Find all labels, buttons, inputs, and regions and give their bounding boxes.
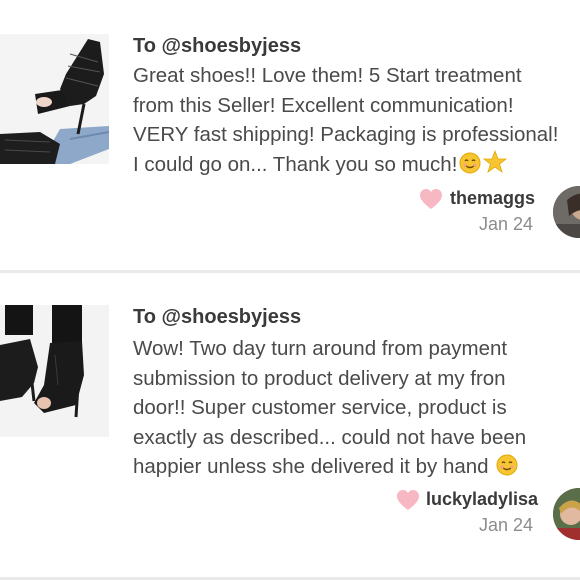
review-text-line: exactly as described... could not have b…	[133, 425, 527, 449]
avatar[interactable]	[553, 488, 580, 540]
product-thumbnail[interactable]	[0, 34, 109, 164]
reviewer-username[interactable]: themaggs	[450, 188, 535, 209]
review-text-line: Great shoes!! Love them! 5 Start treatme…	[133, 64, 522, 87]
review-text-line: happier unless she delivered it by hand	[133, 452, 580, 482]
review-text-line: from this Seller! Excellent communicatio…	[133, 93, 514, 117]
review-text: Wow! Two day turn around from payment su…	[133, 334, 580, 482]
review-date: Jan 24	[479, 214, 534, 234]
review-card: To @shoesbyjess Wow! Two day turn around…	[0, 273, 580, 577]
recipient-line: To @shoesbyjess	[133, 306, 302, 328]
smiling-face-icon	[459, 152, 481, 183]
review-text-line-content: I could go on... Thank you so much!	[133, 152, 458, 176]
review-text-line: submission to product delivery at my fro…	[133, 366, 506, 390]
heart-icon[interactable]	[419, 188, 443, 210]
star-icon	[483, 149, 508, 183]
smiling-face-icon	[496, 454, 518, 485]
heart-icon[interactable]	[396, 489, 420, 511]
review-text: Great shoes!! Love them! 5 Start treatme…	[133, 61, 580, 179]
product-thumbnail[interactable]	[0, 305, 109, 437]
review-text-line: door!! Super customer service, product i…	[133, 396, 507, 419]
reviewer-username[interactable]: luckyladylisa	[426, 489, 538, 510]
review-text-line: Wow! Two day turn around from payment	[133, 337, 508, 360]
review-date: Jan 24	[479, 515, 534, 535]
review-text-line: VERY fast shipping! Packaging is profess…	[133, 123, 559, 146]
review-text-line: I could go on... Thank you so much!	[133, 149, 580, 183]
recipient-line: To @shoesbyjess	[133, 35, 302, 57]
review-card: To @shoesbyjess Great shoes!! Love them!…	[0, 0, 580, 270]
avatar[interactable]	[553, 186, 580, 238]
review-text-line-content: happier unless she delivered it by hand	[133, 455, 489, 478]
